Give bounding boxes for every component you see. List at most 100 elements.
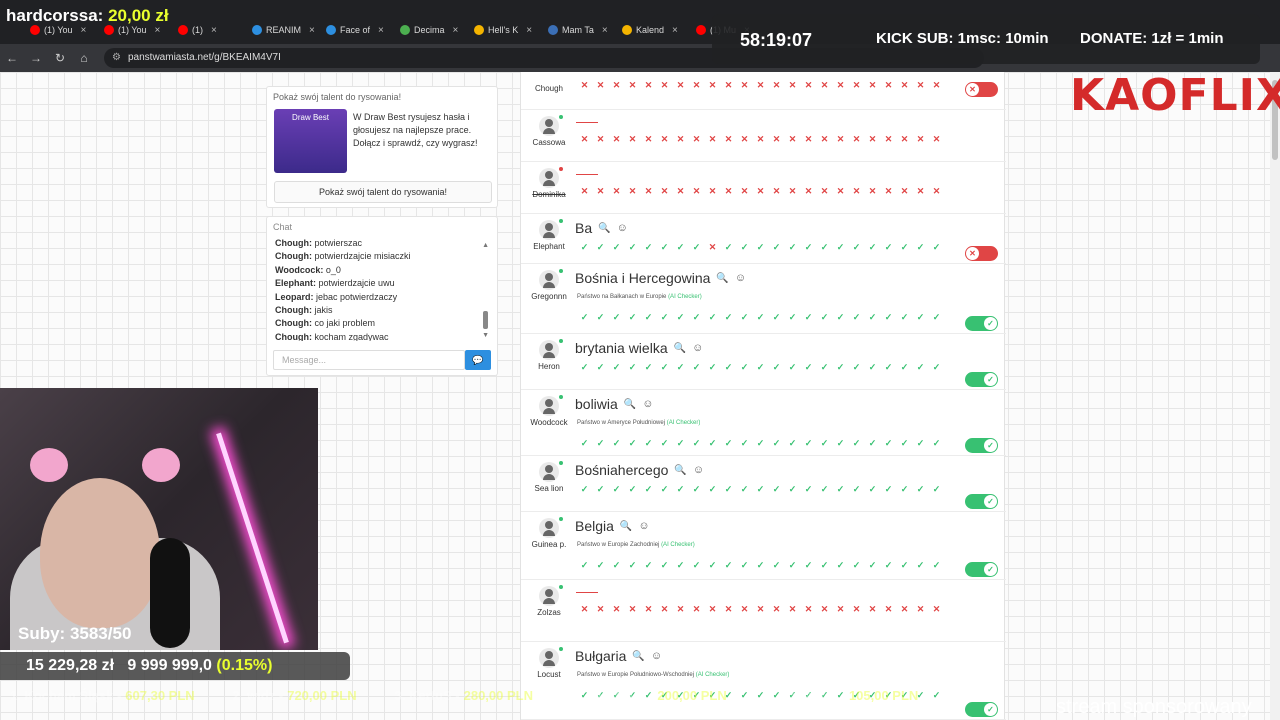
vote-accept-icon[interactable]: ✓ — [611, 438, 622, 449]
vote-accept-icon[interactable]: ✓ — [755, 312, 766, 323]
vote-reject-icon[interactable]: ✕ — [595, 134, 606, 145]
vote-reject-icon[interactable]: ✕ — [675, 604, 686, 615]
vote-accept-icon[interactable]: ✓ — [675, 362, 686, 373]
vote-accept-icon[interactable]: ✓ — [851, 242, 862, 253]
vote-reject-icon[interactable]: ✕ — [835, 134, 846, 145]
vote-accept-icon[interactable]: ✓ — [707, 312, 718, 323]
vote-reject-icon[interactable]: ✕ — [675, 80, 686, 91]
vote-reject-icon[interactable]: ✕ — [595, 186, 606, 197]
vote-accept-icon[interactable]: ✓ — [819, 362, 830, 373]
vote-accept-icon[interactable]: ✓ — [707, 362, 718, 373]
vote-accept-icon[interactable]: ✓ — [803, 438, 814, 449]
vote-reject-icon[interactable]: ✕ — [627, 134, 638, 145]
vote-reject-icon[interactable]: ✕ — [739, 186, 750, 197]
vote-reject-icon[interactable]: ✕ — [723, 186, 734, 197]
vote-accept-icon[interactable]: ✓ — [595, 560, 606, 571]
vote-reject-icon[interactable]: ✕ — [755, 186, 766, 197]
vote-reject-icon[interactable]: ✕ — [675, 186, 686, 197]
search-icon[interactable]: 🔍 — [624, 399, 636, 410]
vote-accept-icon[interactable]: ✓ — [659, 362, 670, 373]
vote-accept-icon[interactable]: ✓ — [675, 312, 686, 323]
vote-accept-icon[interactable]: ✓ — [627, 312, 638, 323]
vote-accept-icon[interactable]: ✓ — [659, 484, 670, 495]
chat-input[interactable]: Message... — [273, 350, 465, 370]
vote-accept-icon[interactable]: ✓ — [611, 312, 622, 323]
vote-accept-icon[interactable]: ✓ — [867, 560, 878, 571]
vote-accept-icon[interactable]: ✓ — [883, 362, 894, 373]
vote-accept-icon[interactable]: ✓ — [611, 560, 622, 571]
vote-reject-icon[interactable]: ✕ — [835, 80, 846, 91]
vote-reject-icon[interactable]: ✕ — [611, 604, 622, 615]
browser-tab[interactable]: Face of × — [326, 20, 384, 40]
vote-reject-icon[interactable]: ✕ — [931, 604, 942, 615]
vote-reject-icon[interactable]: ✕ — [771, 604, 782, 615]
search-icon[interactable]: 🔍 — [674, 465, 686, 476]
reaction-icon[interactable]: ☺ — [651, 650, 662, 662]
vote-accept-icon[interactable]: ✓ — [787, 242, 798, 253]
vote-reject-icon[interactable]: ✕ — [899, 134, 910, 145]
vote-reject-icon[interactable]: ✕ — [787, 604, 798, 615]
vote-accept-icon[interactable]: ✓ — [739, 312, 750, 323]
vote-accept-icon[interactable]: ✓ — [931, 438, 942, 449]
vote-accept-icon[interactable]: ✓ — [579, 560, 590, 571]
vote-reject-icon[interactable]: ✕ — [915, 134, 926, 145]
vote-reject-icon[interactable]: ✕ — [915, 186, 926, 197]
home-icon[interactable]: ⌂ — [72, 51, 96, 65]
vote-accept-icon[interactable]: ✓ — [691, 438, 702, 449]
vote-reject-icon[interactable]: ✕ — [691, 604, 702, 615]
browser-tab[interactable]: (1) × — [178, 20, 217, 40]
vote-accept-icon[interactable]: ✓ — [883, 484, 894, 495]
vote-accept-icon[interactable]: ✓ — [819, 560, 830, 571]
vote-accept-icon[interactable]: ✓ — [931, 362, 942, 373]
vote-accept-icon[interactable]: ✓ — [611, 362, 622, 373]
send-button[interactable]: 💬 — [465, 350, 491, 370]
vote-accept-icon[interactable]: ✓ — [739, 242, 750, 253]
vote-accept-icon[interactable]: ✓ — [627, 484, 638, 495]
vote-accept-icon[interactable]: ✓ — [739, 438, 750, 449]
reaction-icon[interactable]: ☺ — [642, 398, 653, 410]
vote-accept-icon[interactable]: ✓ — [931, 484, 942, 495]
vote-reject-icon[interactable]: ✕ — [883, 186, 894, 197]
vote-accept-icon[interactable]: ✓ — [771, 484, 782, 495]
vote-accept-icon[interactable]: ✓ — [627, 242, 638, 253]
site-info-icon[interactable]: ⚙ — [112, 48, 121, 68]
vote-accept-icon[interactable]: ✓ — [803, 242, 814, 253]
vote-accept-icon[interactable]: ✓ — [867, 438, 878, 449]
vote-accept-icon[interactable]: ✓ — [707, 438, 718, 449]
vote-accept-icon[interactable]: ✓ — [643, 484, 654, 495]
vote-accept-icon[interactable]: ✓ — [771, 242, 782, 253]
tab-close-icon[interactable]: × — [378, 25, 384, 36]
vote-accept-icon[interactable]: ✓ — [819, 438, 830, 449]
vote-reject-icon[interactable]: ✕ — [723, 134, 734, 145]
vote-reject-icon[interactable]: ✕ — [899, 186, 910, 197]
vote-reject-icon[interactable]: ✕ — [819, 80, 830, 91]
vote-accept-icon[interactable]: ✓ — [899, 312, 910, 323]
vote-reject-icon[interactable]: ✕ — [819, 186, 830, 197]
vote-reject-icon[interactable]: ✕ — [723, 604, 734, 615]
scroll-down-icon[interactable]: ▼ — [482, 332, 489, 339]
vote-reject-icon[interactable]: ✕ — [835, 186, 846, 197]
vote-accept-icon[interactable]: ✓ — [595, 484, 606, 495]
vote-accept-icon[interactable]: ✓ — [787, 438, 798, 449]
tab-close-icon[interactable]: × — [155, 25, 161, 36]
vote-accept-icon[interactable]: ✓ — [915, 362, 926, 373]
search-icon[interactable]: 🔍 — [598, 223, 610, 234]
search-icon[interactable]: 🔍 — [716, 273, 728, 284]
vote-accept-icon[interactable]: ✓ — [739, 362, 750, 373]
vote-reject-icon[interactable]: ✕ — [883, 604, 894, 615]
vote-accept-icon[interactable]: ✓ — [739, 484, 750, 495]
vote-accept-icon[interactable]: ✓ — [883, 438, 894, 449]
vote-accept-icon[interactable]: ✓ — [627, 362, 638, 373]
vote-accept-icon[interactable]: ✓ — [691, 242, 702, 253]
vote-reject-icon[interactable]: ✕ — [851, 134, 862, 145]
vote-reject-icon[interactable]: ✕ — [787, 134, 798, 145]
vote-accept-icon[interactable]: ✓ — [931, 560, 942, 571]
vote-accept-icon[interactable]: ✓ — [723, 438, 734, 449]
vote-accept-icon[interactable]: ✓ — [675, 560, 686, 571]
vote-reject-icon[interactable]: ✕ — [915, 80, 926, 91]
vote-reject-icon[interactable]: ✕ — [739, 80, 750, 91]
vote-accept-icon[interactable]: ✓ — [867, 242, 878, 253]
vote-reject-icon[interactable]: ✕ — [835, 604, 846, 615]
vote-reject-icon[interactable]: ✕ — [819, 134, 830, 145]
vote-accept-icon[interactable]: ✓ — [691, 484, 702, 495]
